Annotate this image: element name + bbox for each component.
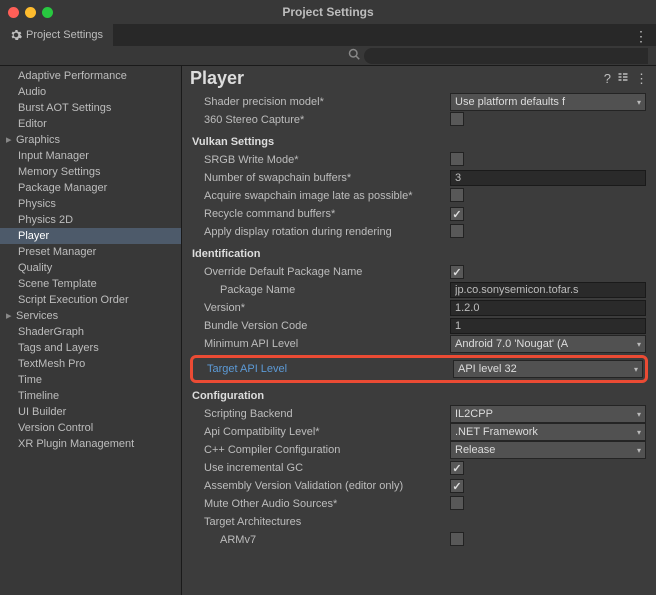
target-api-dropdown[interactable]: API level 32 xyxy=(453,360,643,378)
help-icon[interactable]: ? xyxy=(604,71,611,87)
section-header: Identification xyxy=(192,248,450,260)
sidebar-item-physics-2d[interactable]: Physics 2D xyxy=(0,212,181,228)
sidebar-item-editor[interactable]: Editor xyxy=(0,116,181,132)
tab-bar: Project Settings ⋮ xyxy=(0,24,656,46)
minimize-button[interactable] xyxy=(25,7,36,18)
tab-menu-icon[interactable]: ⋮ xyxy=(626,24,656,46)
setting-label: Acquire swapchain image late as possible… xyxy=(192,190,450,202)
setting-label: Recycle command buffers* xyxy=(192,208,450,220)
scripting-backend-dropdown[interactable]: IL2CPP xyxy=(450,405,646,423)
expand-arrow-icon: ▸ xyxy=(6,133,16,147)
armv7-checkbox[interactable] xyxy=(450,532,464,546)
setting-label: Api Compatibility Level* xyxy=(192,426,450,438)
more-icon[interactable]: ⋮ xyxy=(635,71,648,87)
setting-label: C++ Compiler Configuration xyxy=(192,444,450,456)
sidebar-item-xr-plugin-management[interactable]: XR Plugin Management xyxy=(0,436,181,452)
sidebar-item-adaptive-performance[interactable]: Adaptive Performance xyxy=(0,68,181,84)
setting-label: Bundle Version Code xyxy=(192,320,450,332)
close-button[interactable] xyxy=(8,7,19,18)
display-rotation-checkbox[interactable] xyxy=(450,224,464,238)
setting-label: Scripting Backend xyxy=(192,408,450,420)
setting-label: Override Default Package Name xyxy=(192,266,450,278)
acquire-late-checkbox[interactable] xyxy=(450,188,464,202)
setting-label: Minimum API Level xyxy=(192,338,450,350)
srgb-write-checkbox[interactable] xyxy=(450,152,464,166)
target-api-label: Target API Level xyxy=(195,363,453,375)
api-compat-dropdown[interactable]: .NET Framework xyxy=(450,423,646,441)
assembly-validation-checkbox[interactable] xyxy=(450,479,464,493)
sidebar-item-player[interactable]: Player xyxy=(0,228,181,244)
highlight-annotation: Target API LevelAPI level 32 xyxy=(190,355,648,383)
search-icon xyxy=(348,48,360,63)
tab-label: Project Settings xyxy=(26,29,103,41)
settings-scroll[interactable]: Shader precision model*Use platform defa… xyxy=(182,93,656,595)
version-input[interactable] xyxy=(450,300,646,316)
sidebar-item-physics[interactable]: Physics xyxy=(0,196,181,212)
sidebar-item-ui-builder[interactable]: UI Builder xyxy=(0,404,181,420)
setting-label: Mute Other Audio Sources* xyxy=(192,498,450,510)
window-title: Project Settings xyxy=(282,5,373,19)
shader-precision-dropdown[interactable]: Use platform defaults f xyxy=(450,93,646,111)
titlebar: Project Settings xyxy=(0,0,656,24)
sidebar-item-tags-and-layers[interactable]: Tags and Layers xyxy=(0,340,181,356)
sidebar-item-quality[interactable]: Quality xyxy=(0,260,181,276)
setting-label: Shader precision model* xyxy=(192,96,450,108)
setting-label: SRGB Write Mode* xyxy=(192,154,450,166)
setting-label: Assembly Version Validation (editor only… xyxy=(192,480,450,492)
traffic-lights xyxy=(8,7,53,18)
setting-label: 360 Stereo Capture* xyxy=(192,114,450,126)
sidebar-item-version-control[interactable]: Version Control xyxy=(0,420,181,436)
package-name-input[interactable] xyxy=(450,282,646,298)
setting-label: Package Name xyxy=(192,284,450,296)
setting-label: Version* xyxy=(192,302,450,314)
min-api-dropdown[interactable]: Android 7.0 'Nougat' (A xyxy=(450,335,646,353)
mute-audio-checkbox[interactable] xyxy=(450,496,464,510)
sidebar-item-graphics[interactable]: ▸Graphics xyxy=(0,132,181,148)
preset-icon[interactable] xyxy=(617,71,629,87)
setting-label: Target Architectures xyxy=(192,516,450,528)
setting-label: ARMv7 xyxy=(192,534,450,546)
sidebar-item-preset-manager[interactable]: Preset Manager xyxy=(0,244,181,260)
sidebar: Adaptive PerformanceAudioBurst AOT Setti… xyxy=(0,66,182,595)
incremental-gc-checkbox[interactable] xyxy=(450,461,464,475)
content-panel: Player ? ⋮ Shader precision model*Use pl… xyxy=(182,66,656,595)
setting-label: Number of swapchain buffers* xyxy=(192,172,450,184)
sidebar-item-burst-aot-settings[interactable]: Burst AOT Settings xyxy=(0,100,181,116)
sidebar-item-package-manager[interactable]: Package Manager xyxy=(0,180,181,196)
setting-label: Apply display rotation during rendering xyxy=(192,226,450,238)
sidebar-item-input-manager[interactable]: Input Manager xyxy=(0,148,181,164)
stereo-capture-checkbox[interactable] xyxy=(450,112,464,126)
sidebar-item-services[interactable]: ▸Services xyxy=(0,308,181,324)
sidebar-item-audio[interactable]: Audio xyxy=(0,84,181,100)
bundle-code-input[interactable] xyxy=(450,318,646,334)
gear-icon xyxy=(10,29,22,41)
section-header: Configuration xyxy=(192,390,450,402)
sidebar-item-timeline[interactable]: Timeline xyxy=(0,388,181,404)
search-bar xyxy=(0,46,656,66)
search-input[interactable] xyxy=(364,48,648,64)
setting-label: Use incremental GC xyxy=(192,462,450,474)
maximize-button[interactable] xyxy=(42,7,53,18)
tab-project-settings[interactable]: Project Settings xyxy=(0,24,113,46)
sidebar-item-time[interactable]: Time xyxy=(0,372,181,388)
sidebar-item-shadergraph[interactable]: ShaderGraph xyxy=(0,324,181,340)
recycle-buffers-checkbox[interactable] xyxy=(450,207,464,221)
override-package-checkbox[interactable] xyxy=(450,265,464,279)
section-header: Vulkan Settings xyxy=(192,136,450,148)
swapchain-buffers-input[interactable] xyxy=(450,170,646,186)
page-title: Player xyxy=(190,68,604,89)
expand-arrow-icon: ▸ xyxy=(6,309,16,323)
sidebar-item-scene-template[interactable]: Scene Template xyxy=(0,276,181,292)
sidebar-item-memory-settings[interactable]: Memory Settings xyxy=(0,164,181,180)
cpp-compiler-dropdown[interactable]: Release xyxy=(450,441,646,459)
sidebar-item-script-execution-order[interactable]: Script Execution Order xyxy=(0,292,181,308)
sidebar-item-textmesh-pro[interactable]: TextMesh Pro xyxy=(0,356,181,372)
